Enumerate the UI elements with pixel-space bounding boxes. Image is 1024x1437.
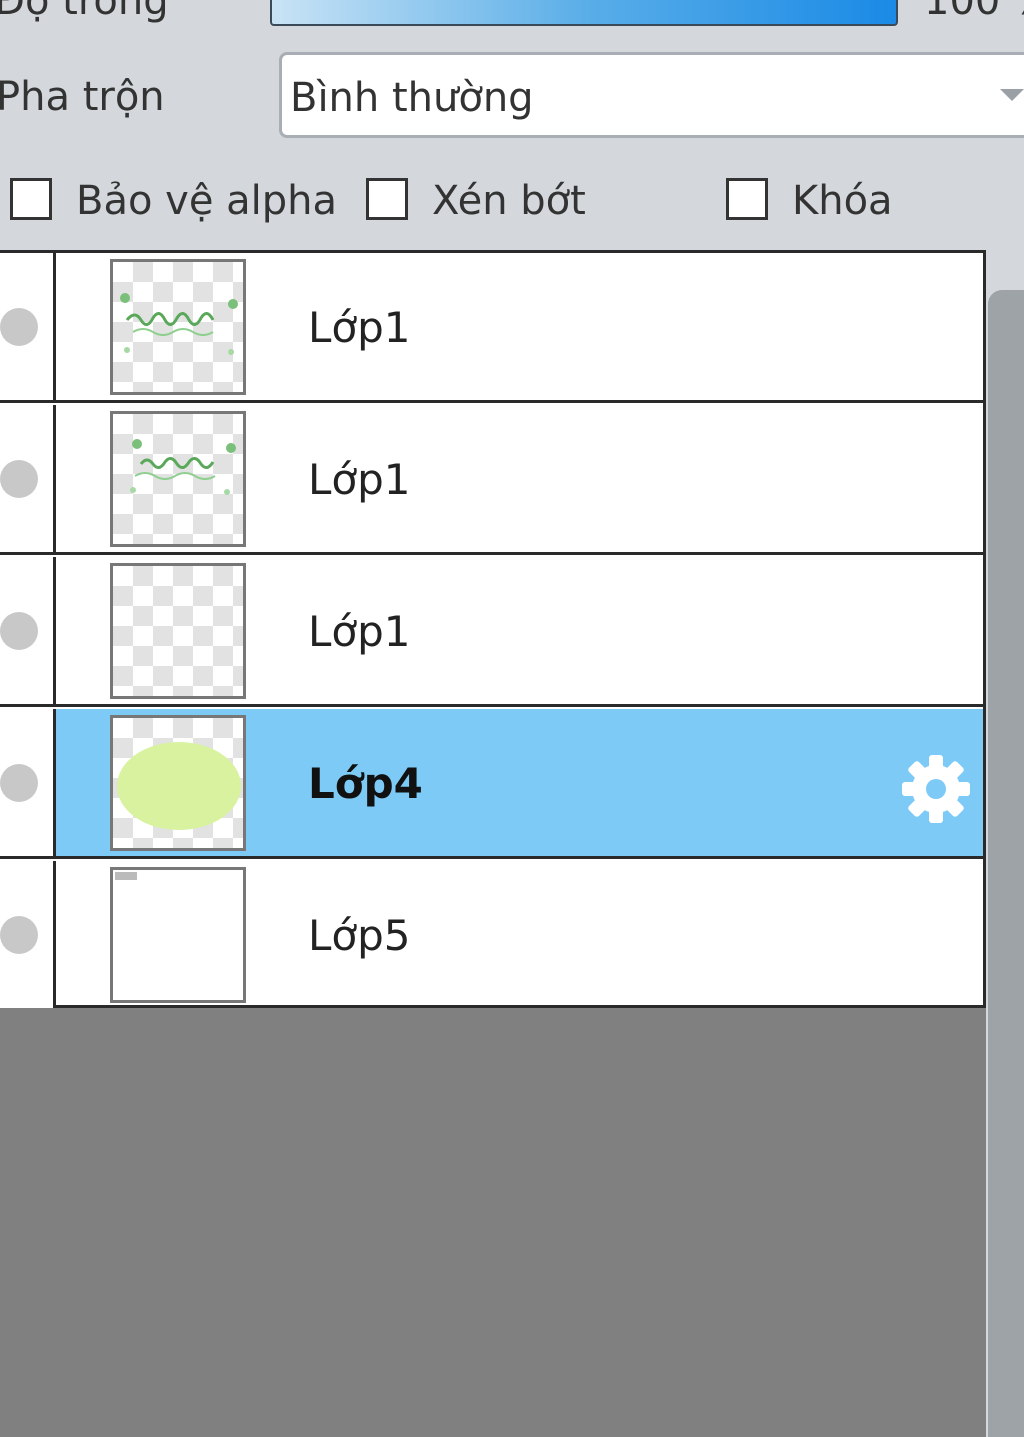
clipping-checkbox[interactable] [366,178,408,220]
visibility-column[interactable] [0,861,56,1011]
visibility-toggle-icon[interactable] [0,308,38,346]
layer-row[interactable]: Lớp1 [0,405,983,555]
layer-row[interactable]: Lớp1 [0,253,983,403]
layer-row-selected[interactable]: Lớp4 [0,709,983,859]
lock-checkbox[interactable] [726,178,768,220]
blend-mode-label: Pha trộn [0,74,165,120]
gear-icon[interactable] [898,751,974,827]
clipping-label: Xén bớt [432,178,586,224]
protect-alpha-label: Bảo vệ alpha [76,178,338,224]
visibility-toggle-icon[interactable] [0,612,38,650]
layer-thumbnail [110,411,246,547]
visibility-column[interactable] [0,709,56,856]
visibility-toggle-icon[interactable] [0,764,38,802]
layer-thumbnail [110,867,246,1003]
layer-name: Lớp1 [308,303,411,352]
layer-list: Lớp1 Lớp1 Lớp1 Lớp4 Lớp5 [0,250,986,1011]
layer-row[interactable]: Lớp5 [0,861,983,1011]
opacity-slider[interactable] [270,0,898,26]
visibility-toggle-icon[interactable] [0,460,38,498]
scrollbar[interactable] [988,290,1024,1437]
layer-name: Lớp1 [308,455,411,504]
layer-name: Lớp5 [308,911,411,960]
layer-name: Lớp1 [308,607,411,656]
blend-mode-select[interactable]: Bình thường [279,52,1024,138]
layer-list-empty-area [0,1008,986,1437]
layer-thumbnail [110,563,246,699]
visibility-column[interactable] [0,253,56,400]
layer-thumbnail [110,715,246,851]
layer-thumbnail [110,259,246,395]
visibility-column[interactable] [0,405,56,552]
visibility-column[interactable] [0,557,56,704]
layer-name: Lớp4 [308,759,423,808]
lock-label: Khóa [792,178,893,224]
chevron-down-icon [1000,89,1024,101]
layer-options: Bảo vệ alpha Xén bớt Khóa [0,168,1024,238]
opacity-label: Độ trong [0,0,169,24]
protect-alpha-checkbox[interactable] [10,178,52,220]
blend-mode-value: Bình thường [290,75,534,121]
opacity-value: 100 % [924,0,1024,24]
layer-row[interactable]: Lớp1 [0,557,983,707]
visibility-toggle-icon[interactable] [0,916,38,954]
